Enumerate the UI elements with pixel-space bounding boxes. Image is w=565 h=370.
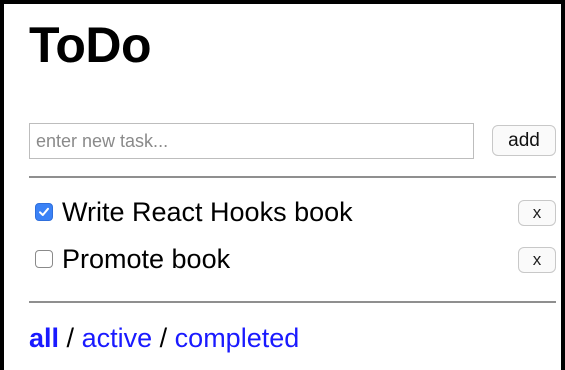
filter-active-link[interactable]: active xyxy=(82,323,153,353)
frame-border-right xyxy=(561,0,565,370)
task-checkbox-unchecked[interactable] xyxy=(35,250,53,268)
task-label[interactable]: Write React Hooks book xyxy=(62,195,353,229)
app-title: ToDo xyxy=(29,17,152,73)
filter-bar: all / active / completed xyxy=(29,321,299,355)
task-list: Write React Hooks book x Promote book x xyxy=(29,193,556,287)
task-checkbox-checked[interactable] xyxy=(35,203,53,221)
checkmark-icon xyxy=(39,207,49,216)
task-item: Promote book x xyxy=(29,240,556,287)
remove-task-button[interactable]: x xyxy=(518,247,556,273)
new-task-input[interactable] xyxy=(29,123,474,159)
task-item: Write React Hooks book x xyxy=(29,193,556,240)
remove-task-button[interactable]: x xyxy=(518,200,556,226)
filter-all-link[interactable]: all xyxy=(29,323,59,353)
frame-border-left xyxy=(0,0,4,370)
task-label[interactable]: Promote book xyxy=(62,242,230,276)
filter-separator: / xyxy=(66,323,75,353)
divider xyxy=(29,301,556,303)
divider xyxy=(29,176,556,178)
filter-separator: / xyxy=(159,323,168,353)
frame-border-top xyxy=(0,0,565,4)
app-frame: ToDo add Write React Hooks book x Promot… xyxy=(0,0,565,370)
add-task-button[interactable]: add xyxy=(492,125,556,156)
filter-completed-link[interactable]: completed xyxy=(175,323,300,353)
